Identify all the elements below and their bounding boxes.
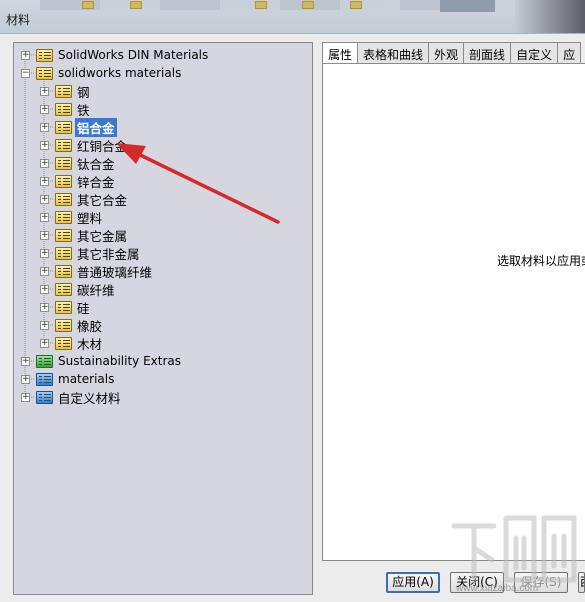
tree-expander-other-alloys[interactable]: + <box>40 195 49 204</box>
tree-item-other-nonmetals[interactable]: 其它非金属 <box>55 244 142 262</box>
tree-item-label: 木材 <box>77 336 103 352</box>
tree-item-custom-materials[interactable]: 自定义材料 <box>36 388 123 406</box>
tree-item-label: SolidWorks DIN Materials <box>58 48 209 62</box>
material-library-icon <box>36 66 53 80</box>
tree-item-plastics[interactable]: 塑料 <box>55 208 104 226</box>
material-category-icon <box>55 84 72 98</box>
material-category-icon <box>55 282 72 296</box>
tree-collapser-solidworks-materials[interactable]: − <box>21 69 30 78</box>
tree-item-label: 锌合金 <box>77 174 115 190</box>
materials-dialog: + SolidWorks DIN Materials − solidworks … <box>0 34 585 602</box>
material-category-icon <box>55 228 72 242</box>
tree-expander-zinc-alloy[interactable]: + <box>40 177 49 186</box>
tree-item-wood[interactable]: 木材 <box>55 334 104 352</box>
config-button[interactable]: 西 <box>578 572 585 593</box>
tree-expander-carbon-fiber[interactable]: + <box>40 285 49 294</box>
tab-properties[interactable]: 属性 <box>322 42 359 65</box>
material-category-icon <box>55 192 72 206</box>
material-library-icon <box>36 372 53 386</box>
tree-item-label: solidworks materials <box>58 66 182 80</box>
tree-item-glass-fiber[interactable]: 普通玻璃纤维 <box>55 262 154 280</box>
tab-tables-and-curves[interactable]: 表格和曲线 <box>357 42 430 64</box>
tree-expander-glass-fiber[interactable]: + <box>40 267 49 276</box>
tree-item-zinc-alloy[interactable]: 锌合金 <box>55 172 117 190</box>
tree-item-label: 橡胶 <box>77 318 103 334</box>
material-category-icon <box>55 138 72 152</box>
properties-panel: 选取材料以应用或 <box>322 63 585 561</box>
tree-expander-titanium-alloy[interactable]: + <box>40 159 49 168</box>
tree-item-label: 钢 <box>77 84 90 100</box>
tree-item-steel[interactable]: 钢 <box>55 82 92 100</box>
select-material-hint: 选取材料以应用或 <box>497 254 585 268</box>
window-title: 材料 <box>6 13 31 27</box>
material-category-icon <box>55 264 72 278</box>
tree-item-copper-alloy[interactable]: 红铜合金 <box>55 136 129 154</box>
tree-expander-rubber[interactable]: + <box>40 321 49 330</box>
property-tabs: 属性 表格和曲线 外观 剖面线 自定义 应 <box>322 42 585 65</box>
apply-button[interactable]: 应用(A) <box>386 572 440 593</box>
tree-item-aluminum-alloy[interactable]: 铝合金 <box>55 117 117 137</box>
material-category-icon <box>55 156 72 170</box>
tree-item-silicon[interactable]: 硅 <box>55 298 92 316</box>
tree-expander-other-nonmetals[interactable]: + <box>40 249 49 258</box>
tree-expander-silicon[interactable]: + <box>40 303 49 312</box>
tab-application-data[interactable]: 应 <box>557 42 582 64</box>
background-toolbar-highlight <box>440 0 495 12</box>
tab-appearance[interactable]: 外观 <box>428 42 465 64</box>
tree-item-other-alloys[interactable]: 其它合金 <box>55 190 129 208</box>
tree-item-rubber[interactable]: 橡胶 <box>55 316 104 334</box>
tree-expander-sustainability[interactable]: + <box>21 357 30 366</box>
material-category-icon <box>55 246 72 260</box>
material-tree[interactable]: + SolidWorks DIN Materials − solidworks … <box>13 42 313 595</box>
tree-expander-plastics[interactable]: + <box>40 213 49 222</box>
material-library-icon <box>36 390 53 404</box>
tree-item-solidworks-din-materials[interactable]: SolidWorks DIN Materials <box>36 46 210 64</box>
tree-item-label: Sustainability Extras <box>58 354 181 368</box>
material-library-icon <box>36 48 53 62</box>
tree-item-label: 铁 <box>77 102 90 118</box>
tree-item-label: 硅 <box>77 300 90 316</box>
tree-expander-materials[interactable]: + <box>21 375 30 384</box>
tab-custom[interactable]: 自定义 <box>510 42 559 64</box>
tree-item-iron[interactable]: 铁 <box>55 100 92 118</box>
tree-item-label: 自定义材料 <box>58 390 121 406</box>
tree-expander-din[interactable]: + <box>21 51 30 60</box>
tree-item-sustainability-extras[interactable]: Sustainability Extras <box>36 352 183 370</box>
tree-item-label: 碳纤维 <box>77 282 115 298</box>
tree-item-label: 普通玻璃纤维 <box>77 264 153 280</box>
tree-item-other-metals[interactable]: 其它金属 <box>55 226 129 244</box>
tree-expander-copper-alloy[interactable]: + <box>40 141 49 150</box>
title-bar-shadow <box>515 0 585 33</box>
material-category-icon <box>55 210 72 224</box>
tree-item-label: 其它合金 <box>77 192 128 208</box>
tree-item-carbon-fiber[interactable]: 碳纤维 <box>55 280 117 298</box>
tree-expander-aluminum-alloy[interactable]: + <box>40 123 49 132</box>
material-category-icon <box>55 318 72 332</box>
material-category-icon <box>55 102 72 116</box>
tree-item-label: 红铜合金 <box>77 138 128 154</box>
tree-item-label-selected: 铝合金 <box>75 117 117 137</box>
material-category-icon <box>55 174 72 188</box>
tree-expander-wood[interactable]: + <box>40 339 49 348</box>
title-bar: 材料 <box>0 0 585 34</box>
material-library-icon <box>36 354 53 368</box>
tree-item-solidworks-materials[interactable]: solidworks materials <box>36 64 183 82</box>
tree-item-label: 其它金属 <box>77 228 128 244</box>
tree-item-label: materials <box>58 372 115 386</box>
material-category-icon <box>55 300 72 314</box>
material-category-icon <box>55 336 72 350</box>
tree-expander-steel[interactable]: + <box>40 87 49 96</box>
material-category-icon <box>55 120 72 134</box>
tree-item-label: 其它非金属 <box>77 246 140 262</box>
watermark-url: www.xiazaiba.com <box>456 583 539 594</box>
tree-item-materials[interactable]: materials <box>36 370 116 388</box>
tree-expander-other-metals[interactable]: + <box>40 231 49 240</box>
tree-expander-custom-materials[interactable]: + <box>21 393 30 402</box>
tab-crosshatch[interactable]: 剖面线 <box>463 42 512 64</box>
tree-item-titanium-alloy[interactable]: 钛合金 <box>55 154 117 172</box>
tree-item-label: 塑料 <box>77 210 103 226</box>
tree-item-label: 钛合金 <box>77 156 115 172</box>
tree-expander-iron[interactable]: + <box>40 105 49 114</box>
